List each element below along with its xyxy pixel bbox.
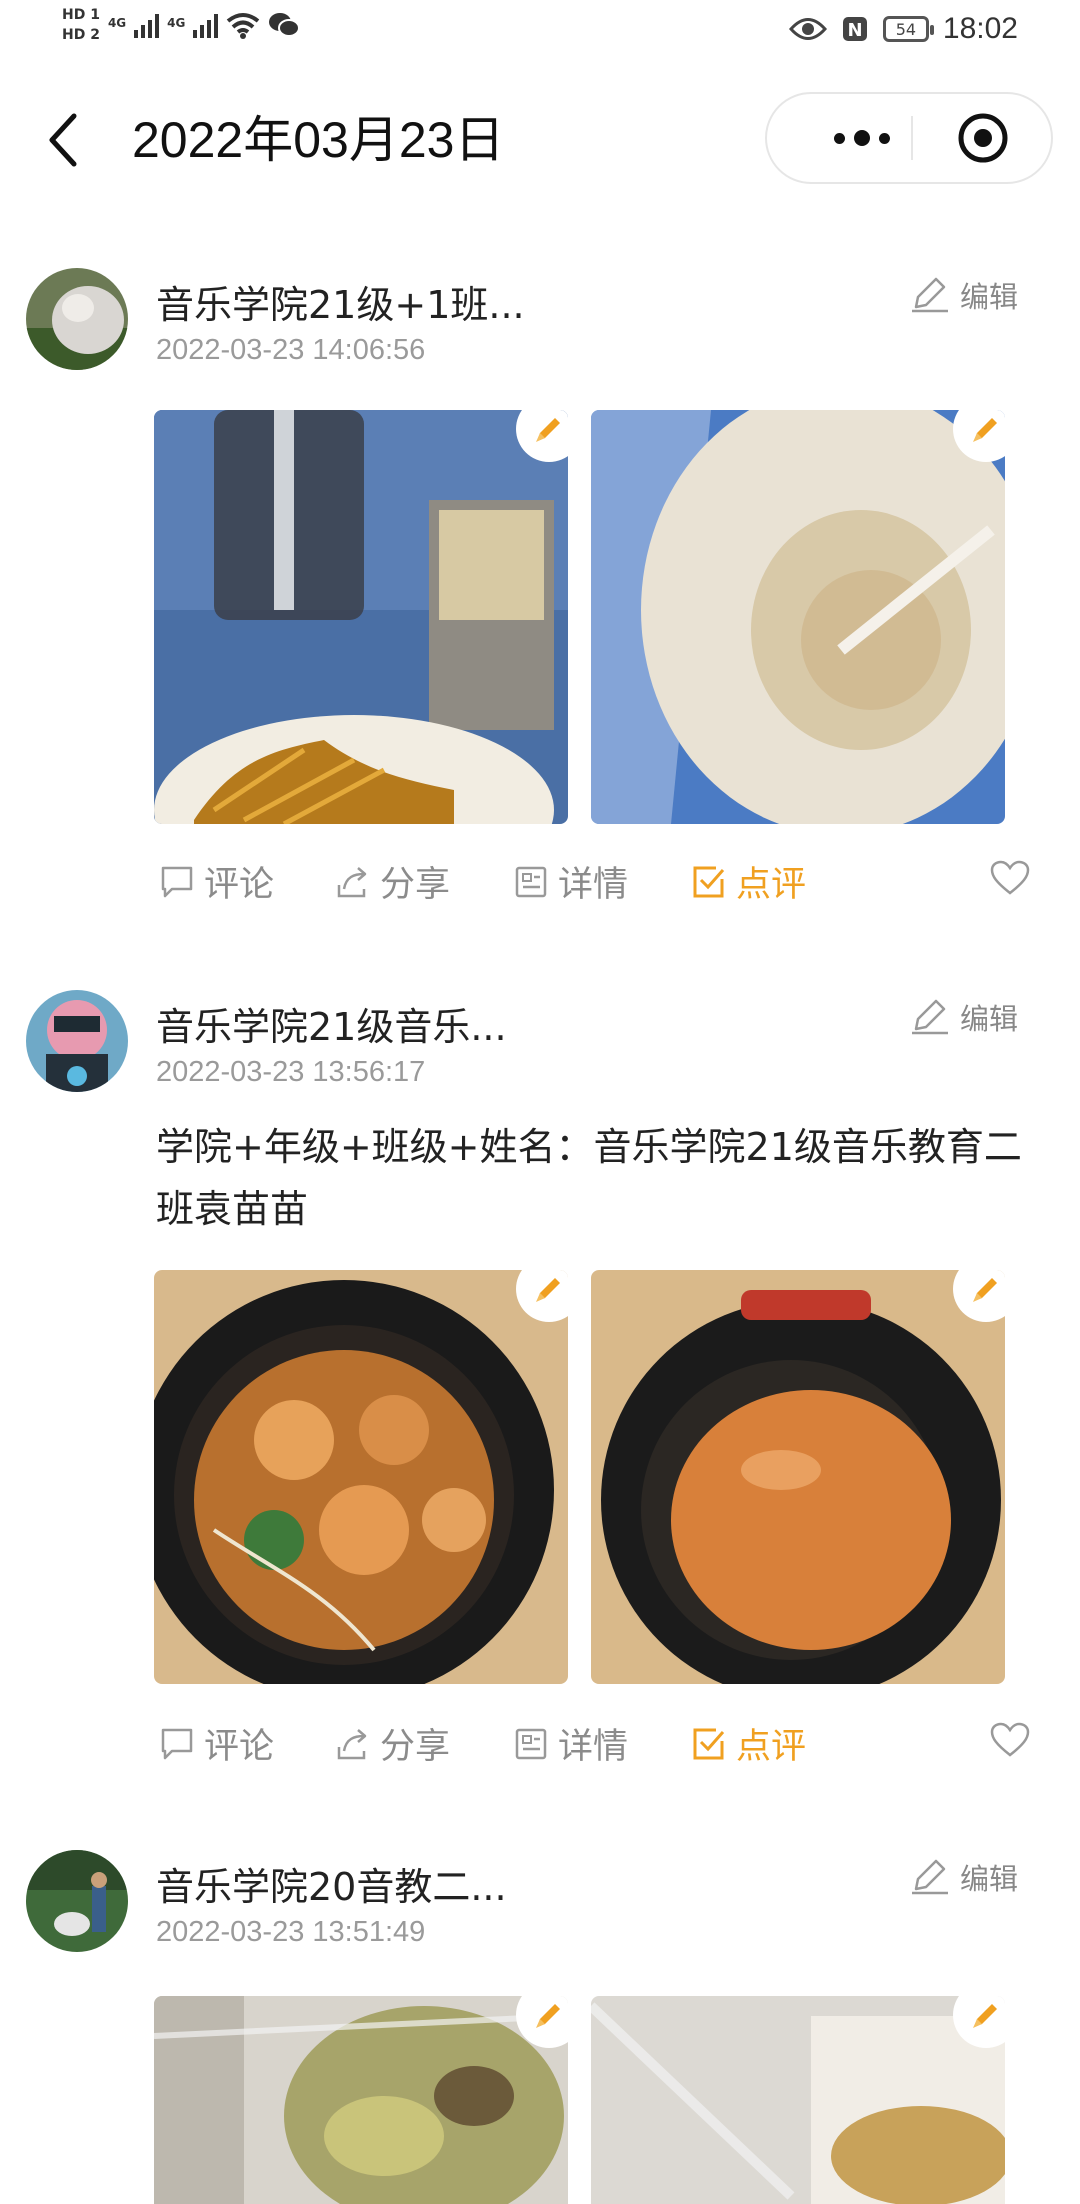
post-actions: 评论 分享 详情 点评 xyxy=(160,1718,1050,1770)
comment-button[interactable]: 评论 xyxy=(160,856,274,907)
edit-label: 编辑 xyxy=(960,1002,1019,1036)
comment-icon xyxy=(161,1728,193,1759)
detail-label: 详情 xyxy=(558,1727,629,1767)
comment-label: 评论 xyxy=(204,1727,275,1767)
edit-button[interactable]: 编辑 xyxy=(910,274,1018,316)
edit-button[interactable]: 编辑 xyxy=(910,996,1018,1038)
comment-icon xyxy=(161,866,193,897)
detail-icon xyxy=(515,1728,547,1759)
post-photo[interactable] xyxy=(154,1270,568,1684)
post-photo[interactable] xyxy=(591,1996,1005,2204)
post-card: 音乐学院21级+1班... 2022-03-23 14:06:56 编辑 评论 … xyxy=(0,268,1080,908)
clock: 18:02 xyxy=(942,12,1018,45)
edit-button[interactable]: 编辑 xyxy=(910,1856,1018,1898)
edit-icon xyxy=(912,277,948,313)
wifi-icon xyxy=(227,13,260,39)
post-photo[interactable] xyxy=(154,410,568,824)
detail-button[interactable]: 详情 xyxy=(514,1718,628,1769)
share-label: 分享 xyxy=(380,1727,451,1767)
comment-button[interactable]: 评论 xyxy=(160,1718,274,1769)
wechat-icon xyxy=(269,13,301,37)
heart-icon[interactable] xyxy=(990,860,1030,896)
post-time: 2022-03-23 13:56:17 xyxy=(156,1056,426,1088)
review-button[interactable]: 点评 xyxy=(692,856,806,907)
review-label: 点评 xyxy=(736,865,807,905)
signal-icon xyxy=(134,12,160,38)
eye-icon xyxy=(788,18,827,40)
hd-indicator: HD 1 HD 2 xyxy=(62,6,100,44)
post-photo[interactable] xyxy=(591,1270,1005,1684)
battery-level: 54 xyxy=(895,19,917,39)
post-author: 音乐学院21级+1班... xyxy=(156,283,525,327)
detail-button[interactable]: 详情 xyxy=(514,856,628,907)
share-button[interactable]: 分享 xyxy=(336,1718,450,1769)
post-time: 2022-03-23 13:51:49 xyxy=(156,1916,426,1948)
status-bar: HD 1 HD 2 4G 4G N 54 18:02 xyxy=(0,0,1080,64)
post-author: 音乐学院21级音乐... xyxy=(156,1005,507,1049)
post-photo[interactable] xyxy=(591,410,1005,824)
hd2-label: HD 2 xyxy=(62,27,100,43)
signal-icon-2 xyxy=(193,12,219,38)
battery-icon: 54 xyxy=(882,16,934,42)
svg-text:N: N xyxy=(847,20,862,41)
post-author: 音乐学院20音教二... xyxy=(156,1865,507,1909)
network-type-2: 4G xyxy=(167,16,186,30)
post-time: 2022-03-23 14:06:56 xyxy=(156,334,426,366)
checkbox-icon xyxy=(693,866,725,897)
edit-icon xyxy=(912,999,948,1035)
share-icon xyxy=(337,866,367,897)
avatar[interactable] xyxy=(26,1850,128,1952)
nav-bar: 2022年03月23日 xyxy=(0,70,1080,210)
close-miniprogram-icon[interactable] xyxy=(957,112,1009,164)
back-icon[interactable] xyxy=(40,110,90,170)
share-button[interactable]: 分享 xyxy=(336,856,450,907)
heart-icon[interactable] xyxy=(990,1722,1030,1758)
review-label: 点评 xyxy=(736,1727,807,1767)
post-card: 音乐学院21级音乐... 2022-03-23 13:56:17 编辑 学院+年… xyxy=(0,990,1080,1770)
comment-label: 评论 xyxy=(204,865,275,905)
page-title: 2022年03月23日 xyxy=(132,112,505,168)
hd1-label: HD 1 xyxy=(62,7,100,23)
post-photo[interactable] xyxy=(154,1996,568,2204)
avatar[interactable] xyxy=(26,268,128,370)
review-button[interactable]: 点评 xyxy=(692,1718,806,1769)
edit-icon xyxy=(912,1859,948,1895)
checkbox-icon xyxy=(693,1728,725,1759)
miniprogram-capsule xyxy=(765,92,1053,184)
edit-label: 编辑 xyxy=(960,1862,1019,1896)
detail-label: 详情 xyxy=(558,865,629,905)
detail-icon xyxy=(515,866,547,897)
network-type-1: 4G xyxy=(107,16,127,30)
post-card: 音乐学院20音教二... 2022-03-23 13:51:49 编辑 xyxy=(0,1850,1080,2204)
more-button[interactable] xyxy=(807,94,917,182)
post-text: 学院+年级+班级+姓名：音乐学院21级音乐教育二班袁苗苗 xyxy=(156,1125,1022,1231)
share-icon xyxy=(337,1728,367,1759)
avatar[interactable] xyxy=(26,990,128,1092)
post-actions: 评论 分享 详情 点评 xyxy=(160,856,1050,908)
edit-label: 编辑 xyxy=(960,280,1019,314)
share-label: 分享 xyxy=(380,865,451,905)
nfc-icon: N xyxy=(842,17,867,41)
capsule-divider xyxy=(911,116,913,160)
